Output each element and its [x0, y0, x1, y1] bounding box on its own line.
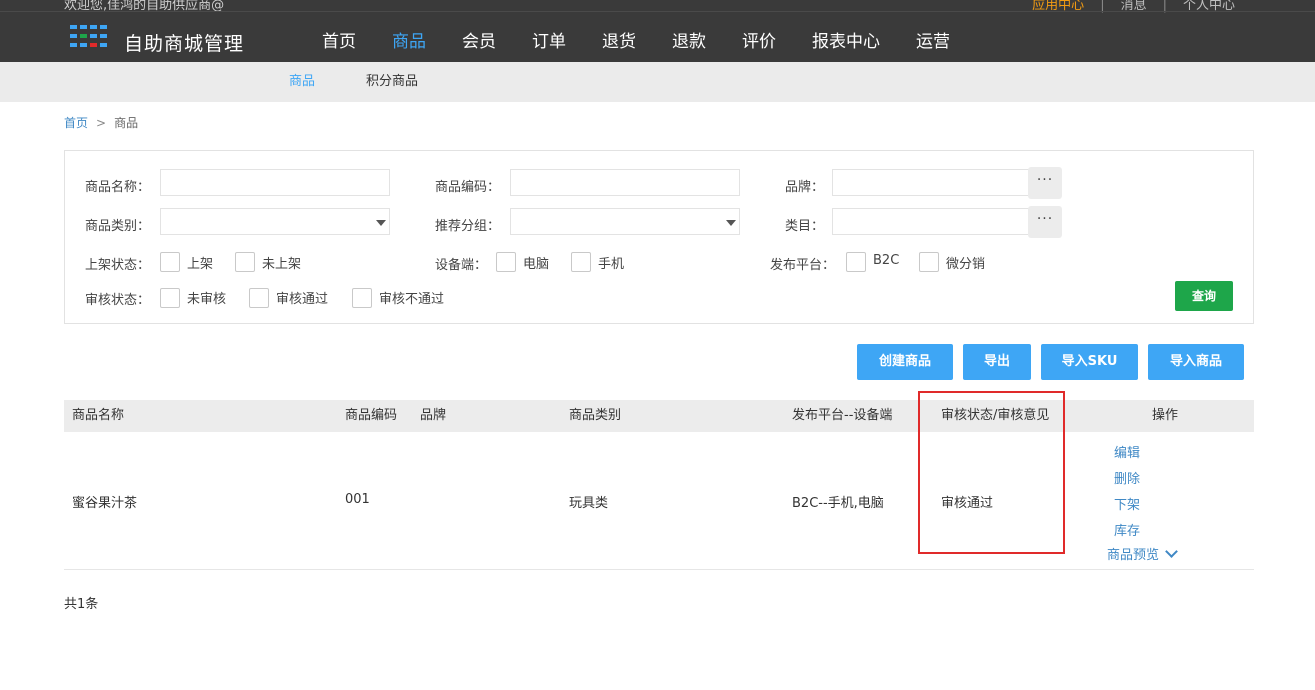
logo-cell — [70, 43, 77, 47]
nav-members[interactable]: 会员 — [444, 22, 514, 62]
breadcrumb-home[interactable]: 首页 — [64, 116, 88, 130]
platform-b2c-label: B2C — [873, 253, 900, 268]
total-count: 共1条 — [64, 597, 99, 612]
device-label: 设备端： — [435, 258, 488, 273]
cell-product-code: 001 — [345, 492, 370, 507]
cell-platform-device: B2C--手机,电脑 — [792, 496, 884, 511]
audit-status-label: 审核状态： — [85, 293, 151, 308]
brand-input[interactable] — [832, 169, 1030, 196]
product-name-input[interactable] — [160, 169, 390, 196]
logo-cell — [80, 34, 87, 38]
shelf-status-label: 上架状态： — [85, 258, 151, 273]
product-preview-label: 商品预览 — [1107, 548, 1160, 563]
logo-cell — [90, 25, 97, 29]
shelf-off-label: 未上架 — [262, 257, 302, 272]
shelf-on-checkbox[interactable] — [160, 252, 180, 272]
audit-rejected-label: 审核不通过 — [379, 292, 445, 307]
filter-panel: 商品名称： 商品编码： 品牌： ··· 商品类别： 推荐分组： 类目： ··· … — [64, 150, 1254, 324]
breadcrumb-separator: > — [96, 116, 107, 130]
nav-home[interactable]: 首页 — [304, 22, 374, 62]
main-nav: 首页 商品 会员 订单 退货 退款 评价 报表中心 运营 — [304, 22, 968, 62]
col-brand: 品牌 — [420, 408, 447, 423]
platform-wfx-checkbox[interactable] — [919, 252, 939, 272]
col-audit-status: 审核状态/审核意见 — [941, 408, 1050, 423]
logo-cell — [100, 34, 107, 38]
col-category: 商品类别 — [569, 408, 622, 423]
nav-reports[interactable]: 报表中心 — [794, 22, 898, 62]
nav-returns[interactable]: 退货 — [584, 22, 654, 62]
product-name-label: 商品名称： — [85, 180, 151, 195]
nav-refunds[interactable]: 退款 — [654, 22, 724, 62]
product-category-select[interactable] — [160, 208, 390, 235]
device-mobile-label: 手机 — [598, 257, 625, 272]
sub-nav: 商品 积分商品 — [0, 62, 1315, 102]
col-product-code: 商品编码 — [345, 408, 398, 423]
type-input[interactable] — [832, 208, 1030, 235]
platform-b2c-checkbox[interactable] — [846, 252, 866, 272]
audit-passed-label: 审核通过 — [276, 292, 329, 307]
audit-rejected-checkbox[interactable] — [352, 288, 372, 308]
subnav-products[interactable]: 商品 — [289, 62, 315, 102]
logo-cell — [100, 25, 107, 29]
logo-cell — [80, 25, 87, 29]
grid-logo-icon — [70, 25, 110, 47]
type-picker-button[interactable]: ··· — [1028, 206, 1062, 238]
nav-operations[interactable]: 运营 — [898, 22, 968, 62]
type-label: 类目： — [785, 219, 825, 234]
table-header: 商品名称 商品编码 品牌 商品类别 发布平台--设备端 审核状态/审核意见 操作 — [64, 400, 1254, 432]
import-product-button[interactable]: 导入商品 — [1148, 344, 1244, 380]
unshelve-link[interactable]: 下架 — [1114, 494, 1140, 513]
col-platform-device: 发布平台--设备端 — [792, 408, 893, 423]
col-product-name: 商品名称 — [72, 408, 125, 423]
platform-label: 发布平台： — [770, 258, 836, 273]
chevron-down-icon — [1165, 545, 1178, 558]
cell-audit-status: 审核通过 — [941, 496, 994, 511]
query-button[interactable]: 查询 — [1175, 281, 1233, 311]
logo-cell — [70, 25, 77, 29]
product-preview-link[interactable]: 商品预览 — [1107, 544, 1178, 563]
platform-wfx-label: 微分销 — [946, 257, 986, 272]
product-category-label: 商品类别： — [85, 219, 151, 234]
edit-link[interactable]: 编辑 — [1114, 442, 1140, 461]
col-operations: 操作 — [1152, 408, 1179, 423]
shelf-on-label: 上架 — [187, 257, 214, 272]
recommend-group-select[interactable] — [510, 208, 740, 235]
breadcrumb-current: 商品 — [114, 116, 139, 130]
device-pc-label: 电脑 — [523, 257, 550, 272]
brand-title: 自助商城管理 — [124, 33, 245, 55]
recommend-group-label: 推荐分组： — [435, 219, 501, 234]
logo-cell — [70, 34, 77, 38]
create-product-button[interactable]: 创建商品 — [857, 344, 953, 380]
audit-passed-checkbox[interactable] — [249, 288, 269, 308]
product-code-input[interactable] — [510, 169, 740, 196]
logo-cell — [100, 43, 107, 47]
product-code-label: 商品编码： — [435, 180, 501, 195]
device-pc-checkbox[interactable] — [496, 252, 516, 272]
nav-orders[interactable]: 订单 — [514, 22, 584, 62]
nav-reviews[interactable]: 评价 — [724, 22, 794, 62]
logo-cell — [90, 43, 97, 47]
shelf-off-checkbox[interactable] — [235, 252, 255, 272]
nav-products[interactable]: 商品 — [374, 22, 444, 62]
audit-pending-checkbox[interactable] — [160, 288, 180, 308]
top-bar: 欢迎您,佳鸿的自助供应商@ 应用中心 | 消息 | 个人中心 自助商城管理 首页 商品 … — [0, 0, 1315, 62]
brand-label: 品牌： — [785, 180, 825, 195]
logo-cell — [80, 43, 87, 47]
inventory-link[interactable]: 库存 — [1114, 520, 1140, 539]
chevron-down-icon — [376, 220, 386, 226]
device-mobile-checkbox[interactable] — [571, 252, 591, 272]
cell-product-name: 蜜谷果汁茶 — [72, 496, 138, 511]
cell-category: 玩具类 — [569, 496, 609, 511]
audit-pending-label: 未审核 — [187, 292, 227, 307]
brand-picker-button[interactable]: ··· — [1028, 167, 1062, 199]
table-row: 蜜谷果汁茶 001 玩具类 B2C--手机,电脑 审核通过 编辑 删除 下架 库… — [64, 432, 1254, 570]
delete-link[interactable]: 删除 — [1114, 468, 1140, 487]
export-button[interactable]: 导出 — [963, 344, 1031, 380]
chevron-down-icon — [726, 220, 736, 226]
breadcrumb: 首页 > 商品 — [64, 114, 138, 131]
logo-cell — [90, 34, 97, 38]
top-divider — [0, 11, 1315, 12]
import-sku-button[interactable]: 导入SKU — [1041, 344, 1138, 380]
subnav-points-products[interactable]: 积分商品 — [366, 62, 418, 102]
